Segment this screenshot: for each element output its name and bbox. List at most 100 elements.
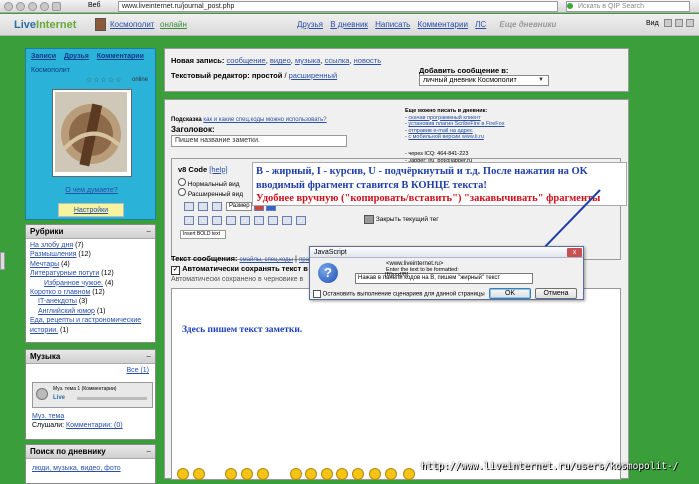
smiley-icon[interactable]: [385, 468, 397, 480]
profile-link-friends[interactable]: Друзья: [64, 53, 89, 60]
collapse-icon[interactable]: –: [147, 227, 151, 236]
music-player[interactable]: Муз. тема 1 (Комментарии) Live: [32, 382, 153, 408]
destination-select[interactable]: личный дневник Космополит: [419, 75, 549, 86]
rubric-item[interactable]: Размышления (12): [30, 250, 151, 259]
nav-more-diaries[interactable]: Еще дневники: [499, 20, 556, 29]
username-link[interactable]: Космополит: [110, 20, 154, 29]
forward-button-icon[interactable]: [16, 2, 25, 11]
smiley-icon[interactable]: [336, 468, 348, 480]
close-icon[interactable]: [686, 19, 694, 27]
rubric-item[interactable]: Еда, рецепты и гастрономические истории.…: [30, 316, 151, 335]
quote-icon[interactable]: [254, 216, 264, 225]
collapse-icon[interactable]: –: [147, 447, 151, 456]
stop-scripts-checkbox[interactable]: [313, 290, 321, 298]
post-type-video[interactable]: видео: [270, 56, 291, 65]
rubric-item[interactable]: Мечтары (4): [30, 260, 151, 269]
collapse-icon[interactable]: –: [147, 352, 151, 361]
settings-button[interactable]: Настройки: [58, 203, 124, 217]
search-input[interactable]: Искать в QIP Search: [566, 1, 690, 12]
message-textarea[interactable]: Здесь пишем текст заметки.: [171, 288, 621, 480]
editor-extended-link[interactable]: расширенный: [289, 71, 338, 80]
rubric-item[interactable]: Избранное чужое. (4): [30, 279, 151, 288]
rubric-item[interactable]: IT-анекдоты (3): [30, 297, 151, 306]
rubric-item[interactable]: На злобу дня (7): [30, 241, 151, 250]
rubric-item[interactable]: Коротко о главном (12): [30, 288, 151, 297]
link-icon[interactable]: [226, 216, 236, 225]
smiley-icon[interactable]: [352, 468, 364, 480]
also-post-link-scribefire[interactable]: установив плагин ScribeFire в FireFox: [408, 121, 504, 127]
smiley-icon[interactable]: [225, 468, 237, 480]
smiley-icon[interactable]: [257, 468, 269, 480]
nav-comments[interactable]: Комментарии: [418, 20, 468, 29]
music-all-link[interactable]: Все (1): [126, 367, 149, 374]
view-menu[interactable]: Вид: [646, 20, 659, 27]
also-post-link-email[interactable]: отправив e-mail на адрес: [408, 128, 472, 134]
cancel-button[interactable]: Отмена: [535, 288, 577, 299]
smiley-icon[interactable]: [321, 468, 333, 480]
user-avatar[interactable]: [95, 18, 106, 31]
ok-button[interactable]: OK: [489, 288, 531, 299]
profile-link-comments[interactable]: Комментарии: [97, 53, 144, 60]
smileys-link[interactable]: смайлы, спец.коды: [240, 257, 293, 263]
close-tag-label[interactable]: Закрыть текущий тег: [376, 216, 439, 223]
spoiler-icon[interactable]: [282, 216, 292, 225]
list-icon[interactable]: [268, 216, 278, 225]
radio-extended-icon[interactable]: [178, 188, 186, 196]
smiley-icon[interactable]: [305, 468, 317, 480]
also-post-link-mobile[interactable]: с мобильной версии www.li.ru: [408, 134, 484, 140]
video-icon[interactable]: [296, 216, 306, 225]
profile-avatar[interactable]: [52, 89, 132, 177]
play-icon[interactable]: [36, 388, 48, 400]
profile-name[interactable]: Космополит: [31, 67, 70, 74]
editor-simple[interactable]: простой: [252, 71, 283, 80]
smiley-icon[interactable]: [290, 468, 302, 480]
dialog-close-button[interactable]: x: [567, 248, 582, 257]
underline-button-icon[interactable]: [212, 202, 222, 211]
close-tag-icon[interactable]: [364, 215, 374, 224]
home-icon[interactable]: [52, 2, 61, 11]
italic-button-icon[interactable]: [198, 202, 208, 211]
search-tags[interactable]: люди, музыка, видео, фото: [32, 465, 121, 472]
autosave-checkbox[interactable]: ✓: [171, 266, 180, 275]
radio-normal-icon[interactable]: [178, 178, 186, 186]
font-size-select[interactable]: Размер: [226, 202, 252, 211]
nav-messages[interactable]: ЛС: [475, 20, 486, 29]
hint-link[interactable]: как и какие спец.коды можно использовать…: [203, 117, 326, 123]
view-toggle-icon[interactable]: [664, 19, 672, 27]
smiley-icon[interactable]: [241, 468, 253, 480]
dialog-text-input[interactable]: Нажав в панели кодов на B, пишем "жирный…: [355, 273, 533, 284]
post-type-news[interactable]: новость: [354, 56, 381, 65]
post-type-music[interactable]: музыка: [295, 56, 320, 65]
reload-button-icon[interactable]: [28, 2, 37, 11]
image-icon[interactable]: [240, 216, 250, 225]
web-tab-label[interactable]: Веб: [88, 2, 101, 9]
nav-friends[interactable]: Друзья: [297, 20, 323, 29]
maximize-icon[interactable]: [675, 19, 683, 27]
align-right-icon[interactable]: [212, 216, 222, 225]
online-status[interactable]: онлайн: [160, 20, 187, 29]
rubric-item[interactable]: Литературные потуги (12): [30, 269, 151, 278]
rubric-item[interactable]: Английский юмор (1): [30, 307, 151, 316]
nav-write[interactable]: Написать: [375, 20, 410, 29]
post-type-link[interactable]: ссылка: [325, 56, 350, 65]
profile-link-posts[interactable]: Записи: [31, 53, 56, 60]
smiley-icon[interactable]: [193, 468, 205, 480]
thinking-link[interactable]: О чем думаете?: [26, 187, 157, 194]
stop-button-icon[interactable]: [40, 2, 49, 11]
smiley-icon[interactable]: [403, 468, 415, 480]
player-progress-bar[interactable]: [77, 397, 147, 400]
help-link[interactable]: [help]: [209, 165, 227, 174]
music-track-link[interactable]: Муз. тема: [32, 413, 64, 420]
post-type-message[interactable]: сообщение: [226, 56, 265, 65]
address-bar[interactable]: www.liveinternet.ru/journal_post.php: [118, 1, 558, 12]
align-center-icon[interactable]: [198, 216, 208, 225]
site-logo[interactable]: LiveInternet: [14, 19, 76, 31]
code-status-field[interactable]: Insert BOLD text: [180, 230, 226, 239]
also-post-link-client[interactable]: скачав программный клиент: [408, 115, 480, 121]
listeners-link[interactable]: Комментарии: (0): [66, 422, 123, 429]
bold-button-icon[interactable]: [184, 202, 194, 211]
sidebar-collapse-handle[interactable]: [0, 252, 5, 270]
nav-diary[interactable]: В дневник: [330, 20, 368, 29]
smiley-icon[interactable]: [177, 468, 189, 480]
back-button-icon[interactable]: [4, 2, 13, 11]
